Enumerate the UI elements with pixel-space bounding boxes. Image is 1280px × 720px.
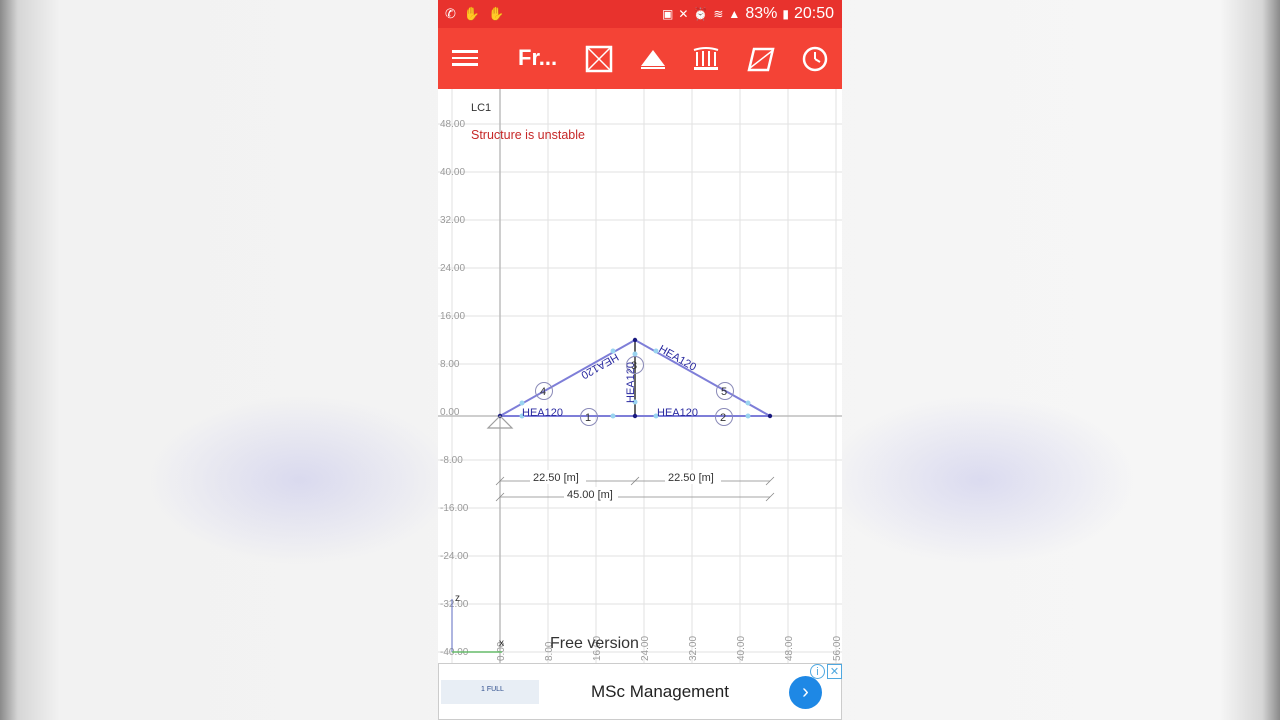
section-icon[interactable]	[746, 44, 776, 74]
y-tick: -16.00	[440, 503, 469, 514]
loads-icon[interactable]	[691, 44, 721, 74]
dimension-total: 45.00 [m]	[567, 489, 613, 501]
y-axis-ticks: 48.00 40.00 32.00 24.00 16.00 8.00 0.00 …	[440, 119, 469, 658]
history-icon[interactable]	[800, 44, 830, 74]
axis-z-label: z	[455, 593, 460, 604]
x-tick: 32.00	[688, 636, 699, 661]
y-tick: 24.00	[440, 263, 465, 274]
member-number: 1	[585, 412, 591, 424]
member-label: HEA120	[522, 407, 563, 419]
x-tick: 40.00	[736, 636, 747, 661]
member-label: HEA120	[579, 350, 621, 381]
app-bar: Fr...	[438, 28, 842, 89]
y-tick: -8.00	[440, 455, 463, 466]
member-number: 2	[720, 412, 726, 424]
ad-text: MSc Management	[591, 682, 729, 701]
y-tick: 8.00	[440, 359, 460, 370]
ad-arrow-icon[interactable]: ›	[789, 676, 822, 709]
grid	[438, 89, 842, 663]
clock: 20:50	[793, 5, 834, 22]
mute-icon: ✕	[678, 7, 689, 21]
phone-screen: ✆ ✋ ✋ ▣ ✕ ⏰ ≋ ▲ 83% ▮ 20:50 Fr... 48.00 …	[438, 0, 842, 720]
signal-icon: ▲	[728, 7, 741, 21]
free-version-label: Free version	[550, 635, 639, 652]
dimension-left: 22.50 [m]	[533, 472, 579, 484]
member-number: 3	[631, 360, 637, 372]
x-tick: 48.00	[784, 636, 795, 661]
ad-banner[interactable]: 1 FULL MSc Management › i ✕	[438, 663, 842, 720]
member-label: HEA120	[657, 407, 698, 419]
y-tick: -24.00	[440, 551, 469, 562]
member-number: 5	[721, 386, 727, 398]
y-tick: 48.00	[440, 119, 465, 130]
support-icon[interactable]	[638, 44, 668, 74]
nfc-icon: ▣	[662, 7, 674, 21]
ad-close-icon[interactable]: ✕	[827, 664, 842, 679]
dimension-right: 22.50 [m]	[668, 472, 714, 484]
whatsapp-icon: ✆	[445, 6, 456, 21]
wifi-icon: ≋	[713, 7, 724, 21]
ad-thumbnail: 1 FULL	[441, 680, 539, 704]
app-title: Fr...	[518, 45, 558, 70]
y-tick: 16.00	[440, 311, 465, 322]
x-tick: 56.00	[832, 636, 842, 661]
ad-info-icon[interactable]: i	[810, 664, 825, 679]
hand-icon: ✋	[488, 6, 505, 21]
member-number: 4	[540, 386, 546, 398]
x-tick: 24.00	[640, 636, 651, 661]
load-case-label: LC1	[471, 102, 492, 114]
battery-percent: 83%	[745, 5, 778, 22]
axis-x-label: x	[499, 638, 504, 649]
frame-icon[interactable]	[584, 44, 614, 74]
alarm-icon: ⏰	[693, 7, 709, 21]
y-tick: 32.00	[440, 215, 465, 226]
structure-drawing: 48.00 40.00 32.00 24.00 16.00 8.00 0.00 …	[438, 89, 842, 663]
y-tick: 0.00	[440, 407, 460, 418]
ad-thumb-text: 1 FULL	[481, 686, 504, 693]
y-tick: 40.00	[440, 167, 465, 178]
unstable-warning: Structure is unstable	[471, 128, 585, 142]
menu-icon[interactable]	[452, 46, 478, 72]
battery-icon: ▮	[782, 7, 789, 21]
structure-canvas[interactable]: 48.00 40.00 32.00 24.00 16.00 8.00 0.00 …	[438, 89, 842, 663]
status-bar: ✆ ✋ ✋ ▣ ✕ ⏰ ≋ ▲ 83% ▮ 20:50	[438, 0, 842, 28]
hand-icon: ✋	[463, 6, 481, 21]
